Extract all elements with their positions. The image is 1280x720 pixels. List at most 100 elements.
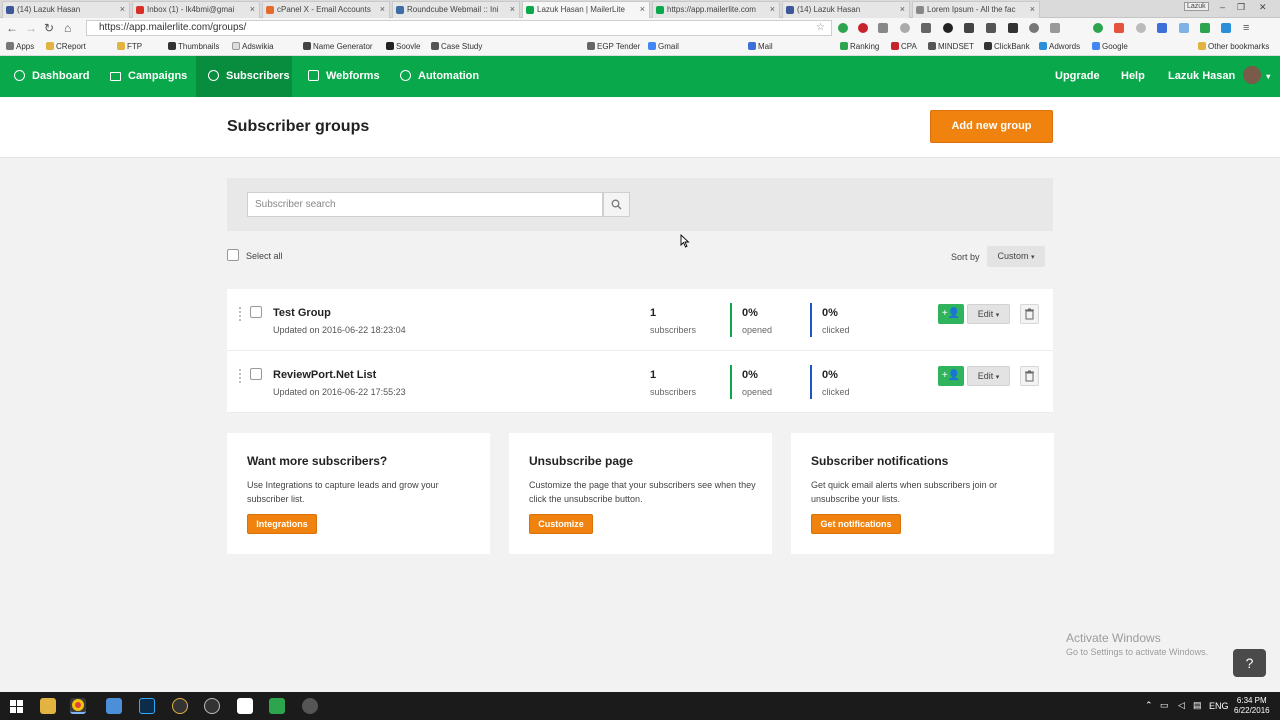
home-icon[interactable]: ⌂ [64, 21, 71, 35]
app-icon[interactable] [106, 698, 122, 714]
row-checkbox[interactable] [250, 368, 262, 380]
close-icon[interactable]: × [380, 2, 385, 17]
bookmark-case-study[interactable]: Case Study [431, 41, 482, 53]
tray-chevron-icon[interactable]: ⌃ [1145, 700, 1153, 711]
star-icon[interactable]: ☆ [816, 21, 825, 35]
notification-icon[interactable]: ▤ [1193, 700, 1202, 711]
sort-dropdown[interactable]: Custom ▾ [987, 246, 1045, 267]
bookmark-cpa[interactable]: CPA [891, 41, 917, 53]
browser-tab[interactable]: (14) Lazuk Hasan × [782, 1, 910, 18]
network-icon[interactable]: ▭ [1160, 700, 1169, 711]
extension-icon[interactable] [1157, 23, 1167, 33]
app-icon[interactable] [302, 698, 318, 714]
maximize-icon[interactable]: ❐ [1237, 2, 1245, 13]
customize-button[interactable]: Customize [529, 514, 593, 534]
group-name[interactable]: Test Group [273, 307, 331, 319]
close-icon[interactable]: × [900, 2, 905, 17]
extension-icon[interactable] [986, 23, 996, 33]
close-icon[interactable]: × [1030, 2, 1035, 17]
app-icon[interactable] [172, 698, 188, 714]
get-notifications-button[interactable]: Get notifications [811, 514, 901, 534]
extension-icon[interactable] [1050, 23, 1060, 33]
add-subscriber-button[interactable]: +👤 [938, 366, 964, 386]
group-name[interactable]: ReviewPort.Net List [273, 369, 376, 381]
extension-icon[interactable] [943, 23, 953, 33]
extension-icon[interactable] [1179, 23, 1189, 33]
nav-campaigns[interactable]: Campaigns [96, 56, 201, 97]
volume-icon[interactable]: ◁ [1178, 700, 1185, 711]
bookmark-apps[interactable]: Apps [6, 41, 34, 53]
app-icon[interactable] [237, 698, 253, 714]
bookmark-mindset[interactable]: MINDSET [928, 41, 974, 53]
integrations-button[interactable]: Integrations [247, 514, 317, 534]
language-indicator[interactable]: ENG [1209, 701, 1229, 711]
bookmark-thumbnails[interactable]: Thumbnails [168, 41, 219, 53]
search-button[interactable] [603, 192, 630, 217]
chrome-menu-icon[interactable]: ≡ [1243, 21, 1249, 35]
row-checkbox[interactable] [250, 306, 262, 318]
browser-tab-active[interactable]: Lazuk Hasan | MailerLite × [522, 1, 650, 18]
delete-button[interactable] [1020, 304, 1039, 324]
bookmark-mail[interactable]: Mail [748, 41, 773, 53]
browser-tab[interactable]: cPanel X - Email Accounts × [262, 1, 390, 18]
edit-dropdown-button[interactable]: Edit ▾ [967, 366, 1010, 386]
nav-webforms[interactable]: Webforms [294, 56, 394, 97]
bookmark-google[interactable]: Google [1092, 41, 1128, 53]
clock[interactable]: 6:34 PM 6/22/2016 [1234, 696, 1270, 716]
app-icon[interactable] [204, 698, 220, 714]
help-chat-button[interactable]: ? [1233, 649, 1266, 677]
close-icon[interactable]: × [510, 2, 515, 17]
other-bookmarks[interactable]: Other bookmarks [1198, 41, 1269, 53]
add-new-group-button[interactable]: Add new group [930, 110, 1053, 143]
chrome-icon[interactable] [70, 698, 86, 714]
bookmark-name-generator[interactable]: Name Generator [303, 41, 373, 53]
extension-icon[interactable] [1114, 23, 1124, 33]
add-subscriber-button[interactable]: +👤 [938, 304, 964, 324]
nav-subscribers[interactable]: Subscribers [196, 56, 292, 97]
browser-tab[interactable]: Roundcube Webmail :: Ini × [392, 1, 520, 18]
browser-tab[interactable]: https://app.mailerlite.com × [652, 1, 780, 18]
browser-tab[interactable]: (14) Lazuk Hasan × [2, 1, 130, 18]
extension-icon[interactable] [1221, 23, 1231, 33]
window-close-icon[interactable]: ✕ [1259, 2, 1267, 13]
minimize-icon[interactable]: – [1220, 2, 1225, 12]
pinterest-icon[interactable] [858, 23, 868, 33]
select-all-checkbox[interactable] [227, 249, 239, 261]
extension-icon[interactable] [1200, 23, 1210, 33]
forward-icon[interactable]: → [25, 21, 37, 35]
close-icon[interactable]: × [250, 2, 255, 17]
group-row[interactable]: ReviewPort.Net List Updated on 2016-06-2… [227, 351, 1053, 413]
extension-icon[interactable] [838, 23, 848, 33]
delete-button[interactable] [1020, 366, 1039, 386]
file-explorer-icon[interactable] [40, 698, 56, 714]
app-icon[interactable] [269, 698, 285, 714]
drag-handle-icon[interactable] [239, 307, 242, 321]
refresh-extension-icon[interactable] [1029, 23, 1039, 33]
drag-handle-icon[interactable] [239, 369, 242, 383]
bookmark-adswikia[interactable]: Adswikia [232, 41, 274, 53]
reload-icon[interactable]: ↻ [44, 21, 54, 35]
nav-upgrade[interactable]: Upgrade [1055, 56, 1100, 97]
close-icon[interactable]: × [640, 2, 645, 17]
extension-icon[interactable] [1008, 23, 1018, 33]
bookmark-ftp[interactable]: FTP [117, 41, 142, 53]
browser-tab[interactable]: Lorem Ipsum - All the fac × [912, 1, 1040, 18]
group-row[interactable]: Test Group Updated on 2016-06-22 18:23:0… [227, 289, 1053, 351]
user-menu[interactable]: Lazuk Hasan ▾ [1168, 56, 1270, 97]
browser-tab[interactable]: Inbox (1) - lk4bmi@gmai × [132, 1, 260, 18]
bookmark-gmail[interactable]: Gmail [648, 41, 679, 53]
globe-icon[interactable] [900, 23, 910, 33]
bookmark-ranking[interactable]: Ranking [840, 41, 879, 53]
extension-icon[interactable] [1093, 23, 1103, 33]
windows-start-icon[interactable] [10, 700, 23, 713]
close-icon[interactable]: × [770, 2, 775, 17]
extension-icon[interactable] [1136, 23, 1146, 33]
back-icon[interactable]: ← [6, 21, 18, 35]
bookmark-adwords[interactable]: Adwords [1039, 41, 1080, 53]
edit-dropdown-button[interactable]: Edit ▾ [967, 304, 1010, 324]
nav-dashboard[interactable]: Dashboard [0, 56, 103, 97]
nav-automation[interactable]: Automation [386, 56, 493, 97]
profile-badge[interactable]: Lazuk [1184, 2, 1209, 11]
nav-help[interactable]: Help [1121, 56, 1145, 97]
photoshop-icon[interactable] [139, 698, 155, 714]
